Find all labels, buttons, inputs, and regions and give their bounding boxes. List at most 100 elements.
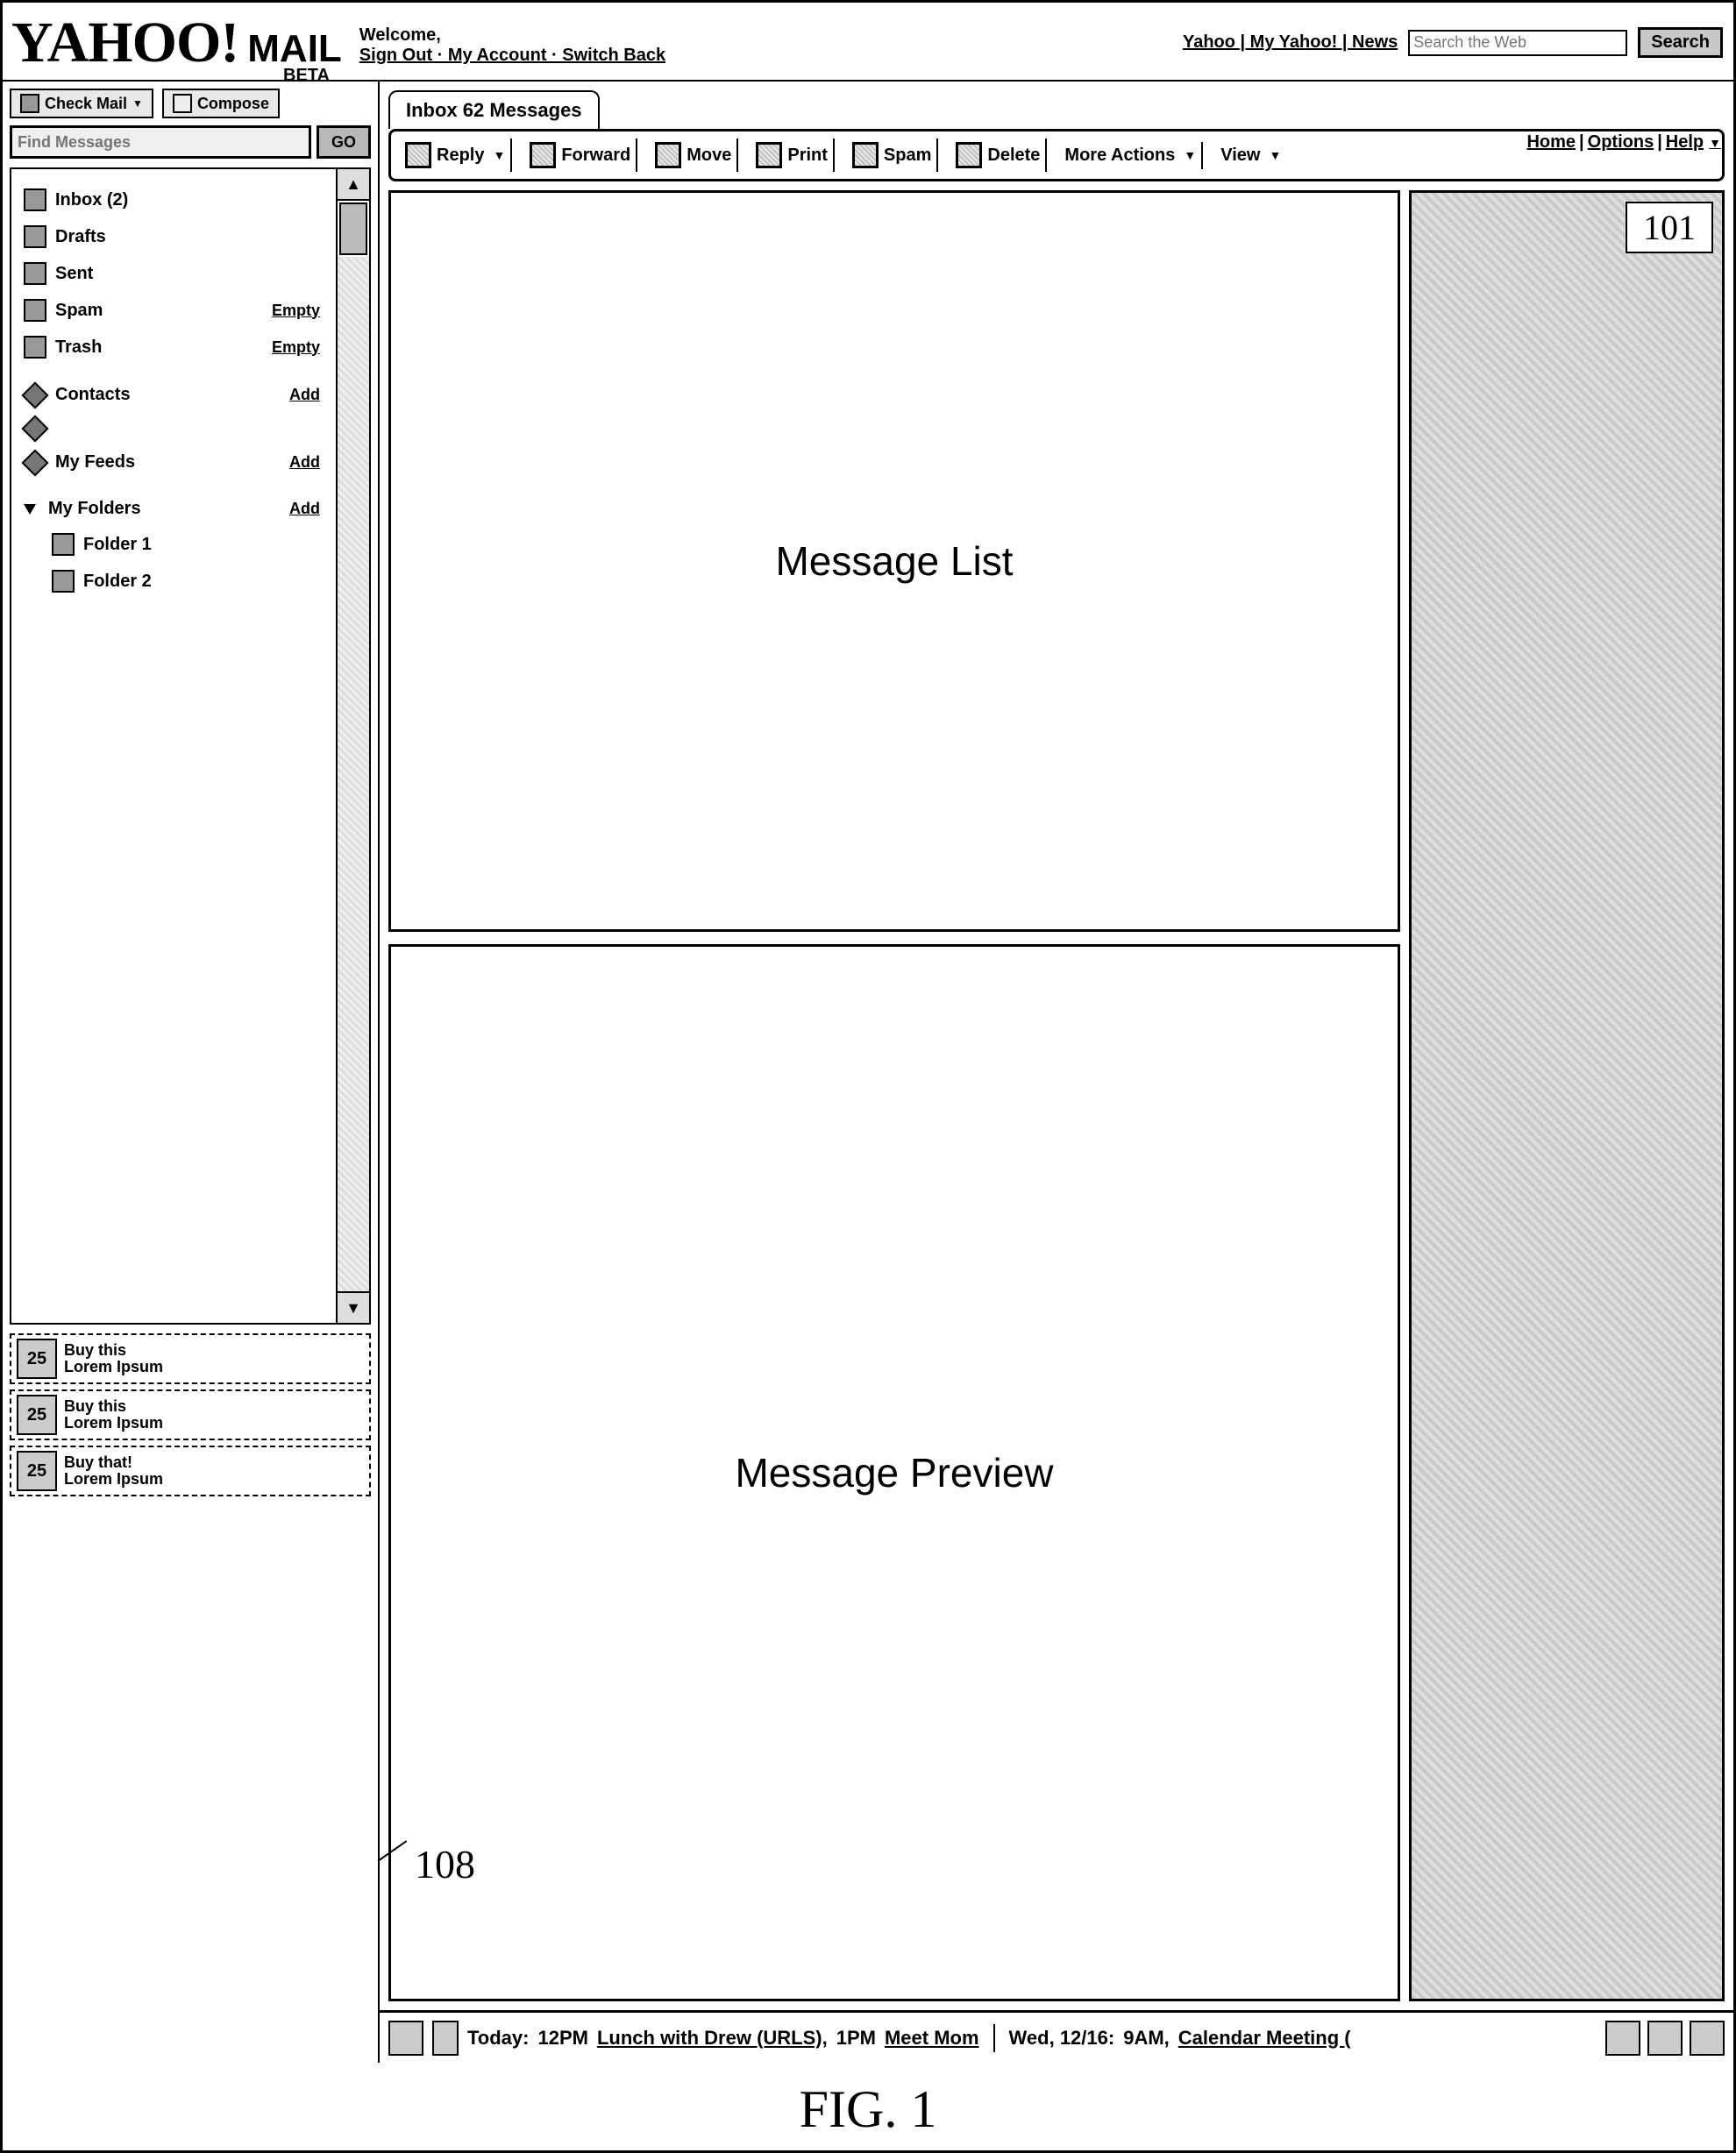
group-contacts[interactable]: Contacts Add (18, 378, 362, 412)
ticker-today-label: Today: (467, 2027, 529, 2050)
disclosure-icon[interactable] (24, 504, 36, 515)
move-label: Move (687, 146, 731, 166)
ticker-right-icons (1605, 2021, 1725, 2056)
forward-button[interactable]: Forward (524, 139, 637, 172)
promo-ad-stack: 25 Buy this Lorem Ipsum 25 Buy this Lore… (3, 1333, 378, 1502)
delete-icon (956, 142, 982, 168)
ad-sidebar[interactable]: 101 (1409, 190, 1725, 2001)
message-list-label: Message List (775, 537, 1013, 585)
delete-button[interactable]: Delete (950, 139, 1047, 172)
subfolder-1[interactable]: Folder 1 (46, 526, 362, 563)
account-links[interactable]: Sign Out · My Account · Switch Back (359, 46, 665, 66)
ad-line2: Lorem Ipsum (64, 1471, 163, 1488)
help-dropdown-icon[interactable]: ▼ (1709, 136, 1721, 150)
check-mail-dropdown-icon[interactable]: ▼ (132, 97, 143, 110)
reply-button[interactable]: Reply ▼ (400, 139, 512, 172)
search-input[interactable] (1408, 30, 1627, 56)
message-preview-label: Message Preview (735, 1449, 1053, 1496)
welcome-block: Welcome, Sign Out · My Account · Switch … (359, 25, 665, 66)
move-button[interactable]: Move (650, 139, 738, 172)
inbox-icon (24, 188, 46, 211)
message-list-pane[interactable]: Message List (388, 190, 1400, 932)
view-label: View (1220, 146, 1260, 166)
ticker-wed-time: 9AM, (1123, 2027, 1170, 2050)
find-messages-input[interactable] (10, 125, 311, 159)
group-myfeeds[interactable]: My Feeds Add (18, 445, 362, 480)
ad-line2: Lorem Ipsum (64, 1359, 163, 1375)
body-layout: Check Mail ▼ Compose GO ▲ (3, 82, 1733, 2063)
ad-line1: Buy this (64, 1342, 163, 1359)
ticker-calendar-icon[interactable] (388, 2021, 423, 2056)
spam-folder-icon (24, 299, 46, 322)
folder-trash[interactable]: Trash Empty (18, 329, 362, 366)
ticker-e2-text[interactable]: Meet Mom (885, 2027, 979, 2050)
contacts-add-link[interactable]: Add (289, 386, 320, 404)
subfolder-2[interactable]: Folder 2 (46, 563, 362, 600)
tab-inbox[interactable]: Inbox 62 Messages (388, 90, 600, 129)
forward-icon (530, 142, 556, 168)
promo-ad-1[interactable]: 25 Buy this Lorem Ipsum (10, 1333, 371, 1384)
check-mail-button[interactable]: Check Mail ▼ (10, 89, 153, 118)
ad-badge-value: 25 (27, 1406, 46, 1425)
top-site-links[interactable]: Yahoo | My Yahoo! | News (1183, 32, 1398, 53)
folder-inbox[interactable]: Inbox (2) (18, 181, 362, 218)
search-block: Yahoo | My Yahoo! | News Search (1183, 27, 1723, 58)
ticker-status-icon-2[interactable] (1647, 2021, 1683, 2056)
group-myfolders[interactable]: My Folders Add (18, 492, 362, 526)
find-go-button[interactable]: GO (317, 125, 371, 159)
folder-tree: ▲ ▼ Inbox (2) Drafts (10, 167, 371, 1325)
promo-ad-2[interactable]: 25 Buy this Lorem Ipsum (10, 1389, 371, 1440)
beta-text: BETA (283, 66, 330, 86)
more-actions-button[interactable]: More Actions ▼ (1059, 142, 1203, 169)
ad-badge-value: 25 (27, 1350, 46, 1368)
trash-icon (24, 336, 46, 359)
drafts-icon (24, 225, 46, 248)
ad-line2: Lorem Ipsum (64, 1415, 163, 1432)
ticker-wed-text[interactable]: Calendar Meeting ( (1178, 2027, 1351, 2050)
search-button[interactable]: Search (1638, 27, 1723, 58)
callout-101: 101 (1626, 202, 1713, 253)
folder-spam[interactable]: Spam Empty (18, 292, 362, 329)
ticker-e1-text[interactable]: Lunch with Drew (URLS), (597, 2027, 828, 2050)
view-button[interactable]: View ▼ (1215, 142, 1286, 169)
contacts-label: Contacts (55, 385, 131, 405)
ticker-e1-time: 12PM (537, 2027, 587, 2050)
move-icon (655, 142, 681, 168)
ticker-nav-icon[interactable] (432, 2021, 459, 2056)
message-preview-pane[interactable]: Message Preview (388, 944, 1400, 2001)
folder-sent[interactable]: Sent (18, 255, 362, 292)
reply-dropdown-icon[interactable]: ▼ (493, 148, 505, 162)
ticker-status-icon-1[interactable] (1605, 2021, 1640, 2056)
compose-button[interactable]: Compose (162, 89, 280, 118)
spam-icon (852, 142, 879, 168)
more-dropdown-icon[interactable]: ▼ (1184, 148, 1196, 162)
spam-button[interactable]: Spam (847, 139, 938, 172)
callout-108: 108 (415, 1841, 475, 1887)
folder-drafts[interactable]: Drafts (18, 218, 362, 255)
myfeeds-add-link[interactable]: Add (289, 453, 320, 472)
yahoo-logo-text: YAHOO! (11, 10, 238, 76)
group-notepad[interactable] (18, 412, 362, 445)
nav-options[interactable]: Options (1588, 132, 1654, 153)
view-dropdown-icon[interactable]: ▼ (1269, 148, 1281, 162)
app-frame: YAHOO! MAIL BETA Welcome, Sign Out · My … (0, 0, 1736, 2153)
myfolders-add-link[interactable]: Add (289, 500, 320, 518)
ticker-wed-date: Wed, 12/16: (1009, 2027, 1115, 2050)
ticker-status-icon-3[interactable] (1690, 2021, 1725, 2056)
print-button[interactable]: Print (751, 139, 835, 172)
trash-label: Trash (55, 338, 102, 358)
ad-badge-icon: 25 (17, 1395, 57, 1435)
scroll-down-icon[interactable]: ▼ (338, 1291, 369, 1323)
folder-sidebar: Check Mail ▼ Compose GO ▲ (3, 82, 380, 2063)
ad-badge-icon: 25 (17, 1339, 57, 1379)
calendar-ticker: Today: 12PM Lunch with Drew (URLS), 1PM … (380, 2010, 1733, 2063)
print-icon (756, 142, 782, 168)
trash-empty-link[interactable]: Empty (272, 338, 320, 357)
nav-help[interactable]: Help (1666, 132, 1704, 153)
spam-empty-link[interactable]: Empty (272, 302, 320, 320)
ad-badge-value: 25 (27, 1462, 46, 1481)
promo-ad-3[interactable]: 25 Buy that! Lorem Ipsum (10, 1446, 371, 1496)
drafts-label: Drafts (55, 227, 106, 247)
nav-home[interactable]: Home (1526, 132, 1576, 153)
contacts-icon (21, 381, 48, 409)
